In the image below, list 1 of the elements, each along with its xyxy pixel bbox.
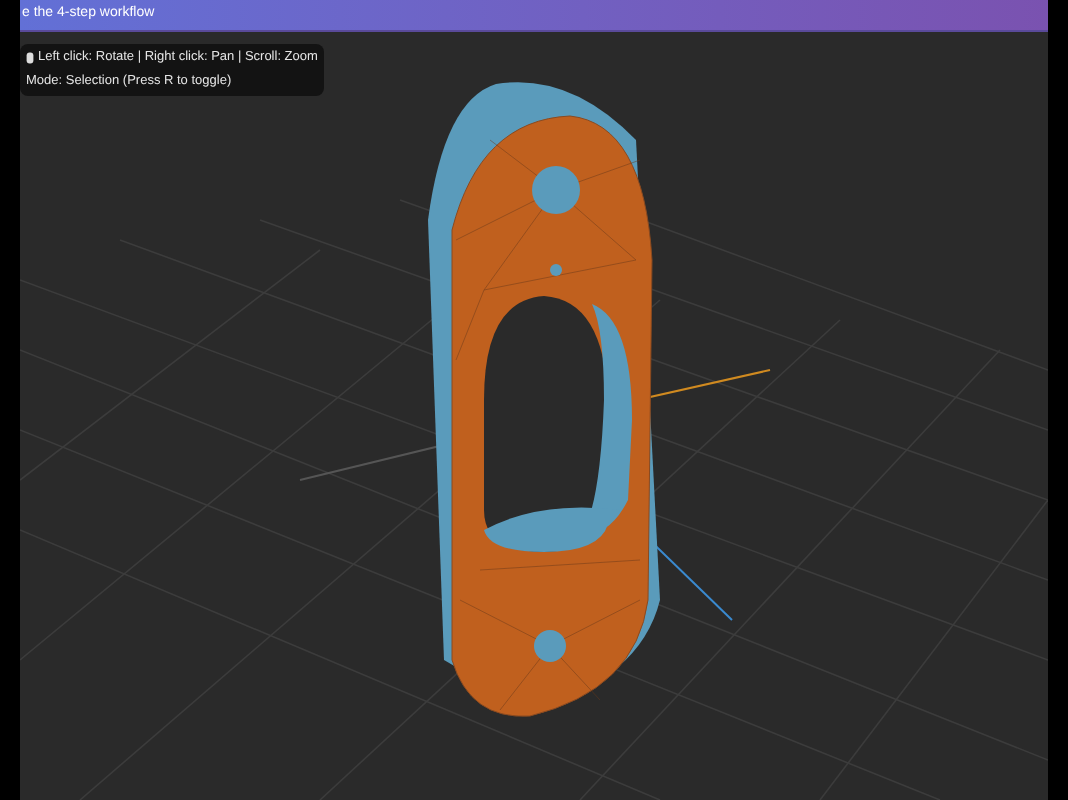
mouse-icon <box>26 51 34 64</box>
